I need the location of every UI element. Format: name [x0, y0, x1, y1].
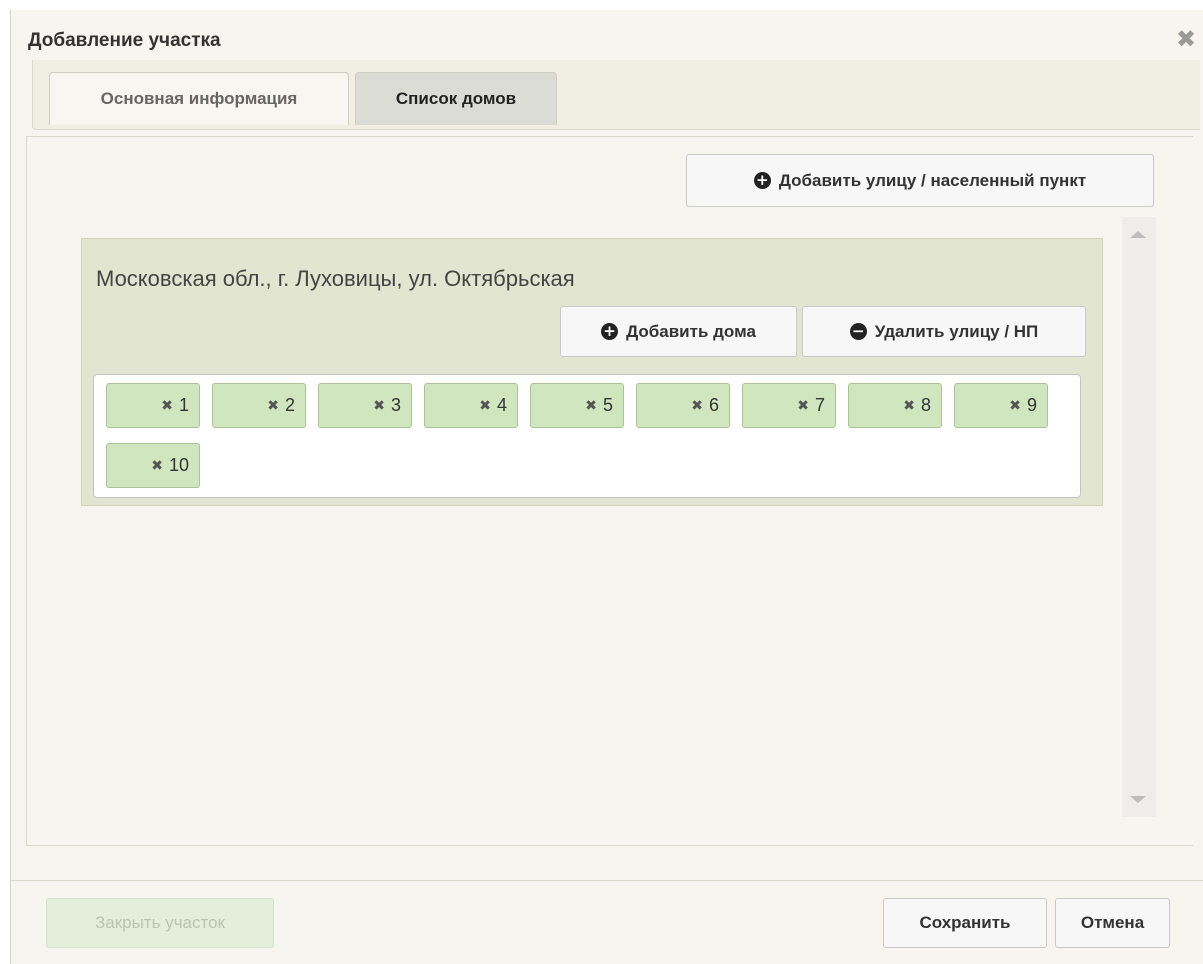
house-chip[interactable]: ✖ 3 — [318, 383, 412, 428]
remove-icon[interactable]: ✖ — [1009, 398, 1021, 414]
remove-icon[interactable]: ✖ — [585, 398, 597, 414]
houses-list[interactable]: ✖ 1 ✖ 2 ✖ 3 ✖ 4 ✖ 5 ✖ 6 ✖ 7 ✖ 8 ✖ 9 ✖ 10 — [93, 374, 1081, 498]
house-chip[interactable]: ✖ 6 — [636, 383, 730, 428]
house-chip[interactable]: ✖ 8 — [848, 383, 942, 428]
house-number: 3 — [390, 395, 401, 415]
footer-divider — [10, 880, 1203, 881]
plus-circle-icon: + — [601, 323, 619, 340]
house-chip[interactable]: ✖ 5 — [530, 383, 624, 428]
scroll-up-arrow[interactable] — [1130, 231, 1146, 238]
remove-icon[interactable]: ✖ — [479, 398, 491, 414]
house-number: 7 — [814, 395, 825, 415]
house-number: 10 — [168, 455, 189, 475]
house-chip[interactable]: ✖ 4 — [424, 383, 518, 428]
add-street-button[interactable]: + Добавить улицу / населенный пункт — [686, 154, 1154, 207]
plus-circle-icon: + — [753, 172, 771, 189]
house-number: 9 — [1026, 395, 1037, 415]
house-number: 6 — [708, 395, 719, 415]
house-chip[interactable]: ✖ 2 — [212, 383, 306, 428]
house-number: 8 — [920, 395, 931, 415]
street-title: Московская обл., г. Луховицы, ул. Октябр… — [96, 266, 575, 291]
house-number: 5 — [602, 395, 613, 415]
remove-icon[interactable]: ✖ — [691, 398, 703, 414]
cancel-button[interactable]: Отмена — [1055, 898, 1170, 948]
remove-icon[interactable]: ✖ — [151, 458, 163, 474]
dialog-title: Добавление участка — [28, 30, 221, 51]
close-icon[interactable]: ✖ — [1172, 26, 1200, 54]
remove-icon[interactable]: ✖ — [903, 398, 915, 414]
house-number: 1 — [178, 395, 189, 415]
house-chip[interactable]: ✖ 7 — [742, 383, 836, 428]
remove-icon[interactable]: ✖ — [797, 398, 809, 414]
house-number: 4 — [496, 395, 507, 415]
house-chip[interactable]: ✖ 1 — [106, 383, 200, 428]
house-chip[interactable]: ✖ 10 — [106, 443, 200, 488]
remove-street-button[interactable]: − Удалить улицу / НП — [802, 306, 1086, 357]
minus-circle-icon: − — [849, 323, 867, 340]
add-houses-button[interactable]: + Добавить дома — [560, 306, 797, 357]
add-street-label: Добавить улицу / населенный пункт — [778, 170, 1087, 190]
house-chip[interactable]: ✖ 9 — [954, 383, 1048, 428]
add-houses-label: Добавить дома — [626, 321, 756, 341]
tab-main-info[interactable]: Основная информация — [49, 72, 349, 125]
scrollbar[interactable] — [1122, 217, 1156, 817]
remove-icon[interactable]: ✖ — [373, 398, 385, 414]
save-button[interactable]: Сохранить — [883, 898, 1047, 948]
remove-icon[interactable]: ✖ — [267, 398, 279, 414]
tab-bar: Основная информация Список домов — [32, 60, 1200, 130]
house-number: 2 — [284, 395, 295, 415]
scroll-down-arrow[interactable] — [1130, 796, 1146, 803]
remove-street-label: Удалить улицу / НП — [874, 321, 1039, 341]
tab-house-list[interactable]: Список домов — [355, 72, 557, 125]
close-plot-button[interactable]: Закрыть участок — [46, 898, 274, 948]
remove-icon[interactable]: ✖ — [161, 398, 173, 414]
